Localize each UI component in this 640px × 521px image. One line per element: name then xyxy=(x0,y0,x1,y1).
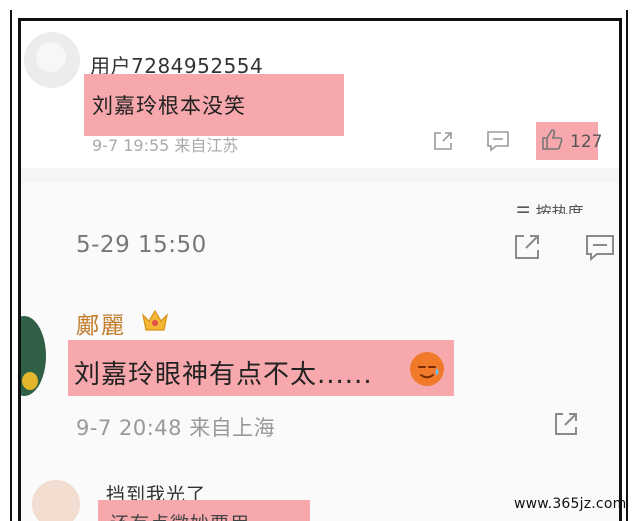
comment-location: 来自江苏 xyxy=(174,136,239,155)
comment-username[interactable]: 鄺麗 xyxy=(76,306,126,340)
comment-card-1: 用户7284952554 刘嘉玲根本没笑 9-7 19:55 来自江苏 127 xyxy=(18,18,622,168)
avatar[interactable] xyxy=(32,480,80,521)
share-icon[interactable] xyxy=(552,410,580,438)
comment-time: 9-7 20:48 xyxy=(76,416,182,440)
comment-time: 9-7 19:55 xyxy=(92,136,170,155)
crown-icon xyxy=(140,306,170,334)
comment-meta: 9-7 20:48 来自上海 xyxy=(76,412,275,442)
comment-meta: 9-7 19:55 来自江苏 xyxy=(92,132,238,156)
avatar[interactable] xyxy=(24,32,80,88)
watermark: www.365jz.com xyxy=(514,496,627,512)
sort-icon: ☰ xyxy=(516,203,531,214)
comment-icon[interactable] xyxy=(584,232,614,262)
comment-text: 刘嘉玲眼神有点不太...... xyxy=(74,360,373,390)
comment-icon[interactable] xyxy=(486,130,510,152)
comment-text: 刘嘉玲根本没笑 xyxy=(92,94,246,118)
screenshot-frame: 用户7284952554 刘嘉玲根本没笑 9-7 19:55 来自江苏 127 xyxy=(18,18,622,521)
like-count: 127 xyxy=(570,132,603,152)
post-time: 5-29 15:50 xyxy=(76,232,207,258)
like-icon[interactable] xyxy=(540,128,564,152)
sweat-smile-emoji xyxy=(410,352,444,386)
comment-location: 来自上海 xyxy=(189,416,276,440)
share-icon[interactable] xyxy=(512,232,542,262)
sort-label: 按热度 xyxy=(535,203,584,214)
share-icon[interactable] xyxy=(432,130,454,152)
sort-by-hot[interactable]: ☰ 按热度 xyxy=(516,202,583,214)
comment-text: 还有点微妙要用 xyxy=(110,512,250,521)
